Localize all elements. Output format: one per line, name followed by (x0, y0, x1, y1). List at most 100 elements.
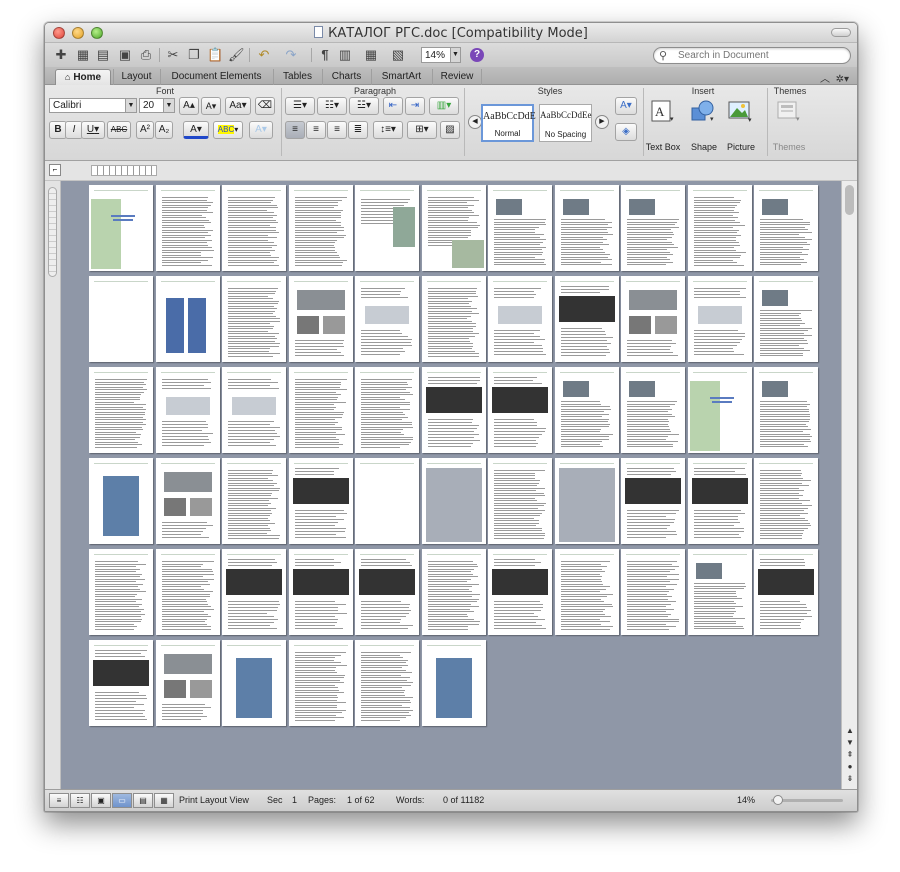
decrease-indent-button[interactable]: ⇤ (383, 97, 403, 115)
tab-review[interactable]: Review (432, 69, 482, 85)
media-browser-icon[interactable]: ▧ (390, 47, 406, 63)
redo-icon[interactable]: ↷ (283, 47, 299, 63)
page-thumbnail[interactable] (488, 549, 552, 635)
tab-stop-selector[interactable]: ⌐ (49, 164, 61, 176)
clear-formatting-button[interactable]: ⌫ (255, 97, 275, 115)
print-icon[interactable]: ⎙ (138, 47, 154, 63)
format-painter-icon[interactable]: 🖌 (228, 47, 245, 63)
line-spacing-button[interactable]: ↕≡▾ (373, 121, 403, 139)
collapse-ribbon-icon[interactable]: ︿ (820, 74, 830, 85)
tab-smartart[interactable]: SmartArt (371, 69, 431, 85)
page-thumbnail[interactable] (421, 367, 486, 453)
highlight-button[interactable]: ABC▾ (213, 121, 243, 139)
vertical-scrollbar[interactable]: ▲ ▼ ⇞ ● ⇟ (841, 181, 857, 791)
page-thumbnail[interactable] (621, 276, 685, 362)
page-thumbnail[interactable] (355, 640, 419, 726)
text-box-button[interactable]: A ▾ (649, 99, 675, 123)
templates-icon[interactable]: ▦ (75, 47, 91, 63)
justify-button[interactable]: ≣ (348, 121, 368, 139)
page-thumbnail[interactable] (687, 367, 752, 453)
styles-pane-button[interactable]: A▾ (615, 97, 637, 115)
page-thumbnail[interactable] (421, 276, 486, 362)
next-page-icon[interactable]: ⇟ (844, 773, 856, 785)
page-thumbnail[interactable] (687, 276, 752, 362)
browse-object-icon[interactable]: ● (844, 761, 856, 773)
page-thumbnail[interactable] (687, 185, 752, 271)
numbering-button[interactable]: ☷▾ (317, 97, 347, 115)
notebook-layout-button[interactable]: ▤ (133, 793, 153, 808)
subscript-button[interactable]: A₂ (155, 121, 173, 139)
toolbar-toggle-button[interactable] (831, 28, 851, 37)
styles-scroll-left-icon[interactable]: ◀ (468, 115, 482, 129)
scroll-down-icon[interactable]: ▼ (844, 737, 856, 749)
zoom-slider[interactable] (771, 795, 843, 805)
page-thumbnail[interactable] (754, 367, 818, 453)
page-thumbnail[interactable] (355, 367, 419, 453)
font-name-dropdown-icon[interactable]: ▼ (125, 99, 136, 112)
zoom-field[interactable]: 14% ▼ (421, 47, 461, 63)
page-thumbnail[interactable] (754, 549, 818, 635)
multilevel-list-button[interactable]: ☳▾ (349, 97, 379, 115)
page-thumbnail[interactable] (89, 276, 153, 362)
page-thumbnail[interactable] (687, 549, 752, 635)
open-icon[interactable]: ▤ (95, 47, 111, 63)
underline-button[interactable]: U▾ (81, 121, 105, 139)
align-left-button[interactable]: ≡ (285, 121, 305, 139)
page-thumbnail[interactable] (421, 640, 486, 726)
tab-charts[interactable]: Charts (322, 69, 370, 85)
font-size-field[interactable]: 20 ▼ (139, 98, 175, 113)
manage-styles-button[interactable]: ◈ (615, 123, 637, 141)
font-size-dropdown-icon[interactable]: ▼ (163, 99, 174, 112)
bullets-button[interactable]: ☰▾ (285, 97, 315, 115)
page-thumbnail[interactable] (288, 549, 353, 635)
paste-icon[interactable]: 📋 (207, 47, 223, 63)
style-normal[interactable]: AaBbCcDdE Normal (481, 104, 536, 142)
styles-scroll-right-icon[interactable]: ▶ (595, 115, 609, 129)
shading-button[interactable]: ▨ (440, 121, 460, 139)
undo-icon[interactable]: ↶ (256, 47, 272, 63)
shape-button[interactable]: ▾ (690, 99, 716, 123)
change-case-button[interactable]: Aa▾ (225, 97, 251, 115)
page-thumbnail[interactable] (488, 276, 552, 362)
picture-button[interactable]: ▾ (727, 99, 753, 124)
page-thumbnail[interactable] (554, 367, 619, 453)
strikethrough-button[interactable]: ABC (107, 121, 131, 139)
page-thumbnail[interactable] (89, 185, 153, 271)
page-thumbnail[interactable] (155, 276, 220, 362)
search-input[interactable] (678, 49, 843, 62)
page-thumbnail[interactable] (421, 549, 486, 635)
tab-document-elements[interactable]: Document Elements (160, 69, 272, 85)
new-document-icon[interactable]: ✚ (53, 47, 69, 63)
page-thumbnail[interactable] (754, 276, 818, 362)
page-thumbnail[interactable] (421, 458, 486, 544)
font-color-button[interactable]: A▾ (183, 121, 209, 139)
outline-view-button[interactable]: ☷ (70, 793, 90, 808)
themes-button[interactable]: ▾ (775, 99, 801, 123)
grow-font-button[interactable]: A▴ (179, 97, 199, 115)
page-thumbnail[interactable] (222, 458, 286, 544)
page-thumbnail[interactable] (621, 185, 685, 271)
font-name-field[interactable]: Calibri ▼ (49, 98, 137, 113)
page-thumbnail[interactable] (488, 458, 552, 544)
tab-home[interactable]: ⌂ Home (55, 69, 111, 85)
help-icon[interactable]: ? (470, 48, 484, 62)
previous-page-icon[interactable]: ⇞ (844, 749, 856, 761)
page-thumbnail[interactable] (687, 458, 752, 544)
copy-icon[interactable]: ❐ (186, 47, 202, 63)
text-effects-button[interactable]: A▾ (249, 121, 273, 139)
align-center-button[interactable]: ≡ (306, 121, 326, 139)
page-thumbnail[interactable] (89, 549, 153, 635)
tab-tables[interactable]: Tables (273, 69, 321, 85)
page-thumbnail[interactable] (355, 458, 419, 544)
page-thumbnail[interactable] (355, 549, 419, 635)
page-thumbnail[interactable] (89, 640, 153, 726)
page-thumbnail[interactable] (222, 640, 286, 726)
page-thumbnail[interactable] (288, 185, 353, 271)
page-thumbnail[interactable] (155, 458, 220, 544)
page-thumbnail[interactable] (155, 549, 220, 635)
page-thumbnail[interactable] (621, 549, 685, 635)
scrollbar-thumb[interactable] (845, 185, 854, 215)
page-thumbnail[interactable] (155, 185, 220, 271)
page-thumbnail[interactable] (288, 640, 353, 726)
style-no-spacing[interactable]: AaBbCcDdEe No Spacing (539, 104, 592, 142)
